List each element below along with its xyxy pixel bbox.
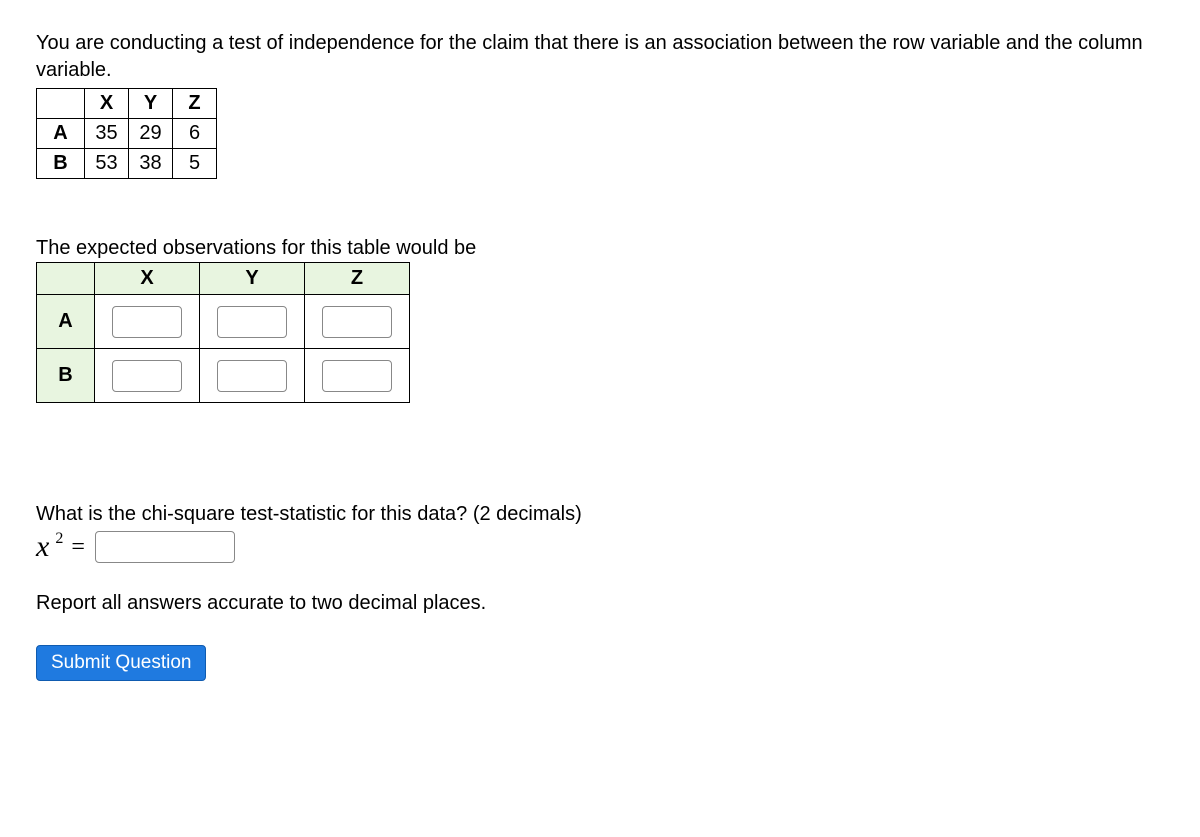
row-header-a: A [37,295,95,349]
input-cell [305,295,410,349]
table-row: X Y Z [37,89,217,119]
expected-prompt: The expected observations for this table… [36,237,1164,260]
expected-b-z-input[interactable] [322,360,392,392]
input-cell [200,349,305,403]
col-header-z: Z [173,89,217,119]
col-header-y: Y [200,263,305,295]
corner-cell [37,89,85,119]
expected-a-z-input[interactable] [322,306,392,338]
cell-a-y: 29 [129,119,173,149]
chi-symbol: x2 [36,530,63,564]
row-header-b: B [37,149,85,179]
expected-a-x-input[interactable] [112,306,182,338]
cell-b-x: 53 [85,149,129,179]
chi-square-row: x2 = [36,530,1164,564]
chi-base: x [36,530,49,563]
submit-button[interactable]: Submit Question [36,645,206,681]
table-row: B 53 38 5 [37,149,217,179]
chi-square-input[interactable] [95,531,235,563]
cell-a-z: 6 [173,119,217,149]
expected-b-y-input[interactable] [217,360,287,392]
cell-b-y: 38 [129,149,173,179]
col-header-y: Y [129,89,173,119]
observed-table: X Y Z A 35 29 6 B 53 38 5 [36,88,217,179]
input-cell [95,295,200,349]
col-header-z: Z [305,263,410,295]
table-row: A [37,295,410,349]
expected-a-y-input[interactable] [217,306,287,338]
chi-sup: 2 [55,530,63,548]
col-header-x: X [85,89,129,119]
table-row: X Y Z [37,263,410,295]
input-cell [305,349,410,403]
chi-prompt: What is the chi-square test-statistic fo… [36,503,1164,526]
corner-cell [37,263,95,295]
expected-table: X Y Z A B [36,262,410,403]
intro-text: You are conducting a test of independenc… [36,30,1164,84]
row-header-b: B [37,349,95,403]
table-row: A 35 29 6 [37,119,217,149]
table-row: B [37,349,410,403]
expected-b-x-input[interactable] [112,360,182,392]
report-text: Report all answers accurate to two decim… [36,592,1164,615]
cell-b-z: 5 [173,149,217,179]
input-cell [200,295,305,349]
row-header-a: A [37,119,85,149]
cell-a-x: 35 [85,119,129,149]
equals-sign: = [71,534,85,561]
input-cell [95,349,200,403]
col-header-x: X [95,263,200,295]
